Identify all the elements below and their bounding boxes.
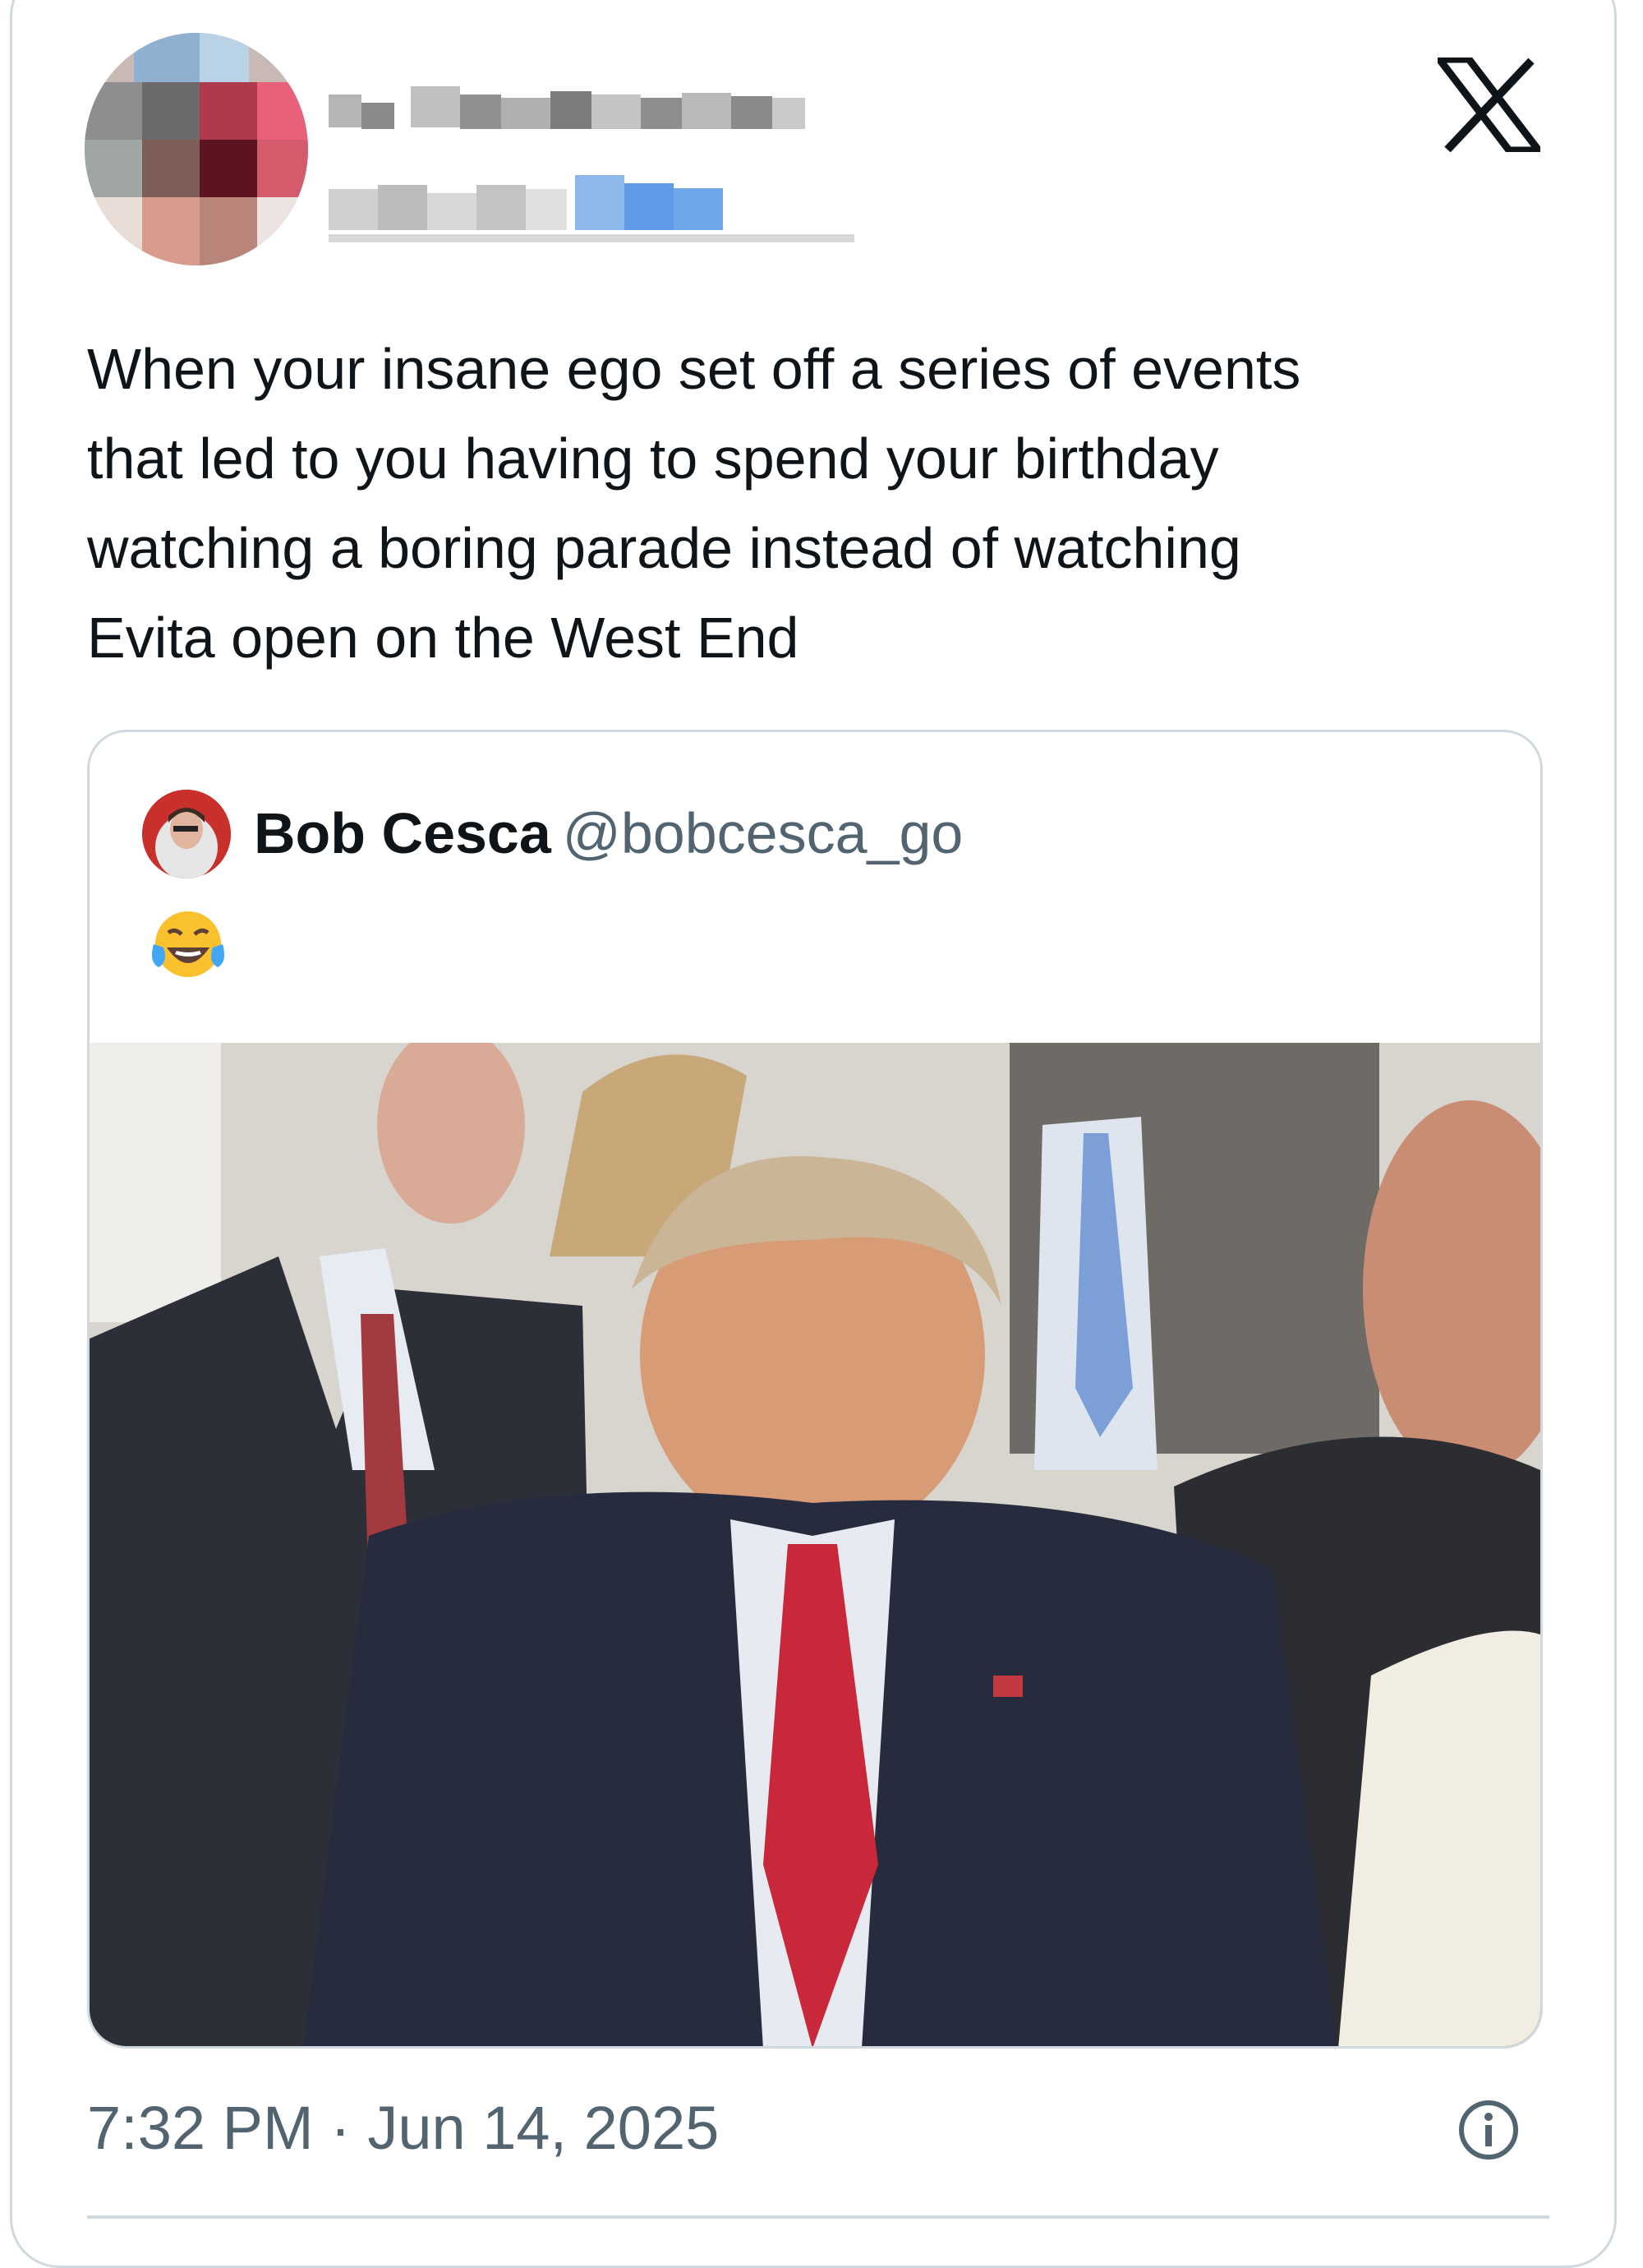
tweet-timestamp[interactable]: 7:32 PM · Jun 14, 2025 <box>87 2087 719 2169</box>
x-logo-icon[interactable] <box>1431 55 1547 154</box>
author-name-redacted[interactable] <box>329 78 854 251</box>
quoted-tweet[interactable]: Bob Cesca @bobcesca_go <box>87 730 1543 2049</box>
quoted-author-avatar[interactable] <box>142 790 231 878</box>
quoted-author-handle[interactable]: @bobcesca_go <box>563 801 964 865</box>
author-avatar[interactable] <box>85 33 308 265</box>
quoted-author[interactable]: Bob Cesca @bobcesca_go <box>254 796 963 870</box>
tweet-text: When your insane ego set off a series of… <box>87 337 1301 670</box>
divider <box>87 2215 1549 2219</box>
quoted-tweet-photo[interactable] <box>90 1043 1540 2046</box>
quoted-author-name[interactable]: Bob Cesca <box>254 801 551 865</box>
tears-of-joy-emoji <box>147 905 229 987</box>
info-icon[interactable] <box>1457 2099 1520 2161</box>
